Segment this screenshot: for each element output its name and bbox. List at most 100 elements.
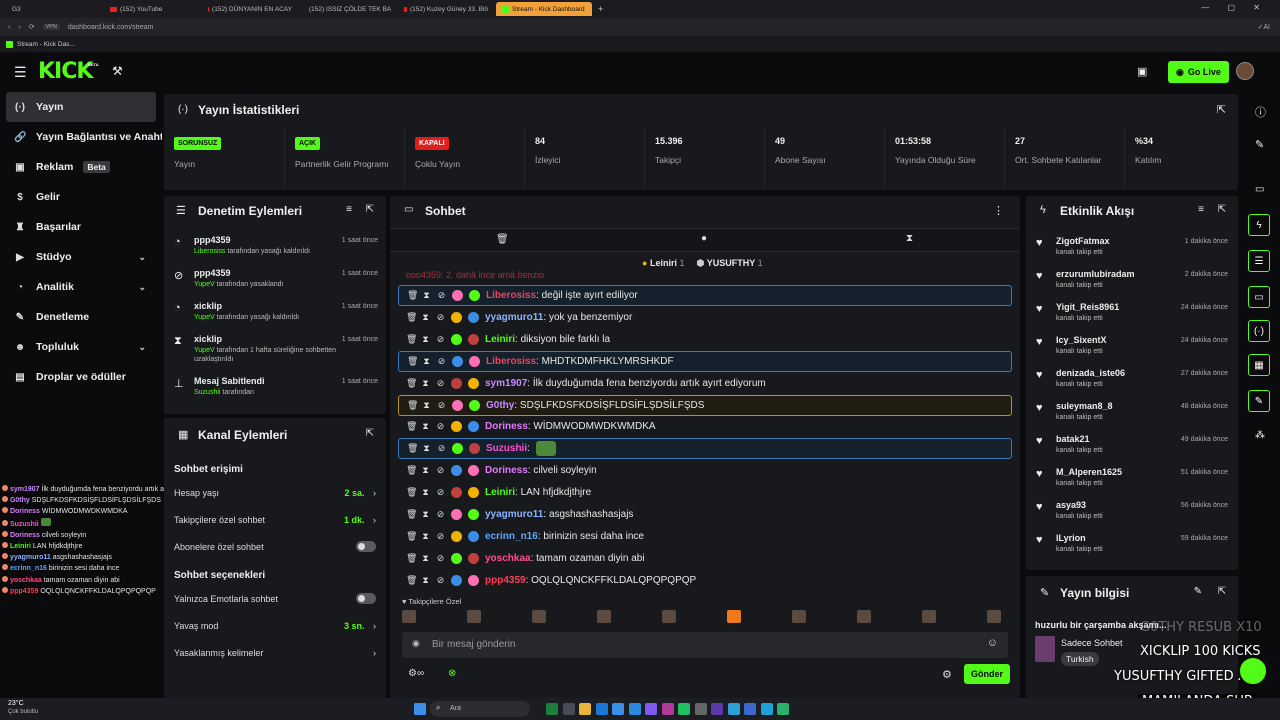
sidebar-item-9[interactable]: ▤ Droplar ve ödüller — [0, 362, 162, 392]
channel-setting-row[interactable]: Yalnızca Emotlarla sohbet — [164, 585, 386, 612]
taskbar-app-icon[interactable] — [760, 703, 773, 715]
chat-username[interactable]: G0thy — [486, 400, 514, 411]
emote-icon[interactable] — [857, 610, 871, 623]
new-tab-button[interactable]: + — [598, 4, 603, 14]
chat-username[interactable]: Liberosiss — [486, 356, 536, 367]
hourglass-icon[interactable]: ⧗ — [421, 334, 430, 345]
emote-icon[interactable] — [987, 610, 1001, 623]
trash-icon[interactable]: 🗑 — [406, 312, 417, 323]
taskbar-app-icon[interactable] — [546, 703, 558, 715]
activity-item[interactable]: ♥ asya93 kanalı takip etti 56 dakika önc… — [1026, 496, 1238, 529]
info-icon[interactable]: ⓘ — [1255, 104, 1266, 120]
ban-icon[interactable]: ⊘ — [437, 443, 446, 454]
sidebar-item-3[interactable]: $ Gelir — [0, 182, 162, 212]
popout-icon[interactable]: ⇱ — [366, 428, 374, 439]
moderation-item[interactable]: ◔ ppp4359 Liberosiss tarafından yasağı k… — [164, 232, 386, 265]
emote-icon[interactable] — [662, 610, 676, 623]
browser-tab[interactable]: G3 — [6, 2, 102, 16]
ban-icon[interactable]: ⊘ — [436, 378, 445, 389]
avatar[interactable] — [1236, 62, 1254, 80]
chevron-down-icon[interactable]: ⌄ — [138, 252, 146, 263]
hammer-icon[interactable]: ⚒ — [112, 64, 123, 78]
browser-tab[interactable]: (152) Kuzey Güney 33. Blö — [398, 2, 494, 16]
chat-username[interactable]: Doriness — [485, 421, 528, 432]
sidebar-item-1[interactable]: 🔗 Yayın Bağlantısı ve Anahtarı — [0, 122, 162, 152]
trash-icon[interactable]: 🗑 — [406, 553, 417, 564]
chat-message[interactable]: 🗑 ⧗ ⊘ Leiniri: diksiyon bile farklı la — [398, 329, 1012, 350]
chevron-right-icon[interactable]: › — [373, 515, 376, 525]
sidebar-item-4[interactable]: ♜ Başarılar — [0, 212, 162, 242]
trash-icon[interactable]: 🗑 — [406, 531, 417, 542]
popout-icon[interactable]: ⇱ — [1218, 586, 1226, 597]
pinned-user-b[interactable]: ⬢ YUSUFTHY 1 — [697, 258, 763, 269]
hourglass-icon[interactable]: ⧗ — [421, 421, 430, 432]
send-button[interactable]: Gönder — [964, 664, 1010, 684]
reload-icon[interactable]: ⟳ — [29, 23, 35, 31]
taskbar-search[interactable]: ⌕ Ara — [430, 701, 530, 717]
ban-icon[interactable]: ⊘ — [436, 553, 445, 564]
chat-message[interactable]: 🗑 ⧗ ⊘ yoschkaa: tamam ozaman diyin abi — [398, 548, 1012, 569]
chat-username[interactable]: yoschkaa — [485, 553, 531, 564]
ban-icon[interactable]: ⊘ — [437, 400, 446, 411]
emote-icon[interactable] — [922, 610, 936, 623]
menu-icon[interactable]: ☰ — [14, 64, 27, 81]
filter-icon[interactable]: ≡ — [346, 204, 352, 215]
chat-username[interactable]: ecrinn_n16 — [485, 531, 538, 542]
camera-icon[interactable]: ▣ — [1137, 65, 1147, 78]
list-button[interactable]: ☰ — [1248, 250, 1270, 272]
hourglass-icon[interactable]: ⧗ — [421, 553, 430, 564]
emote-icon[interactable] — [402, 610, 416, 623]
hourglass-icon[interactable]: ⧗ — [421, 312, 430, 323]
trash-icon[interactable]: 🗑 — [407, 356, 418, 367]
sidebar-item-6[interactable]: ◔ Analitik ⌄ — [0, 272, 162, 302]
browser-tab[interactable]: (152) YouTube — [104, 2, 200, 16]
hourglass-icon[interactable]: ⧗ — [421, 531, 430, 542]
toggle-switch[interactable] — [356, 541, 376, 552]
taskbar-app-icon[interactable] — [727, 703, 740, 715]
ban-icon[interactable]: ⊘ — [436, 312, 445, 323]
activity-item[interactable]: ♥ ZigotFatmax kanalı takip etti 1 dakika… — [1026, 232, 1238, 265]
hourglass-icon[interactable]: ⧗ — [422, 356, 431, 367]
chat-username[interactable]: Doriness — [485, 465, 528, 476]
hourglass-icon[interactable]: ⧗ — [906, 233, 913, 244]
moderation-item[interactable]: ◔ xicklip YupeV tarafından yasağı kaldır… — [164, 298, 386, 331]
emoji-icon[interactable]: ☺ — [987, 637, 998, 649]
chevron-right-icon[interactable]: › — [373, 621, 376, 631]
settings-icon[interactable]: ⚙ — [942, 668, 952, 681]
more-options-icon[interactable]: ⁂ — [1255, 430, 1265, 441]
browser-tab[interactable]: (152) ISSIZ ÇÖLDE TEK BA — [300, 2, 396, 16]
url-field[interactable]: dashboard.kick.com/stream — [68, 24, 154, 31]
ban-icon[interactable]: ⊘ — [436, 575, 445, 586]
taskbar-app-icon[interactable] — [628, 703, 641, 715]
sidebar-item-7[interactable]: ✎ Denetleme — [0, 302, 162, 332]
trash-icon[interactable]: 🗑 — [407, 443, 418, 454]
pinned-user-a[interactable]: ● Leiniri 1 — [642, 258, 685, 269]
trash-icon[interactable]: 🗑 — [406, 421, 417, 432]
hourglass-icon[interactable]: ⧗ — [422, 290, 431, 301]
chat-message[interactable]: 🗑 ⧗ ⊘ Leiniri: LAN hfjdkdjthjre — [398, 482, 1012, 503]
sidebar-item-0[interactable]: (·) Yayın — [6, 92, 156, 122]
taskbar-app-icon[interactable] — [777, 703, 789, 715]
chat-message[interactable]: 🗑 ⧗ ⊘ yyagmuro11: yok ya benzemiyor — [398, 307, 1012, 328]
taskbar-app-icon[interactable] — [744, 703, 756, 715]
loop-icon[interactable]: ⚙∞ — [408, 668, 424, 679]
bookmark-item[interactable]: Stream - Kick Das... — [17, 41, 75, 48]
broadcast-button[interactable]: (·) — [1248, 320, 1270, 342]
chat-message[interactable]: 🗑 ⧗ ⊘ sym1907: İlk duyduğumda fena benzi… — [398, 373, 1012, 394]
ban-icon[interactable]: ⊘ — [436, 531, 445, 542]
trash-icon[interactable]: 🗑 — [406, 334, 417, 345]
emote-icon[interactable] — [727, 610, 741, 623]
shield-button[interactable]: ▦ — [1248, 354, 1270, 376]
trash-icon[interactable]: 🗑 — [406, 465, 417, 476]
chat-username[interactable]: Liberosiss — [486, 290, 536, 301]
trash-icon[interactable]: 🗑 — [406, 487, 417, 498]
taskbar-app-icon[interactable] — [645, 703, 657, 715]
taskbar-app-icon[interactable] — [694, 703, 707, 715]
chat-message[interactable]: 🗑 ⧗ ⊘ G0thy: SDŞLFKDSFKDSİŞFLDSİFLŞDSİLF… — [398, 394, 1012, 416]
chat-message[interactable]: 🗑 ⧗ ⊘ Liberosiss: MHDTKDMFHKLYMRSHKDF — [398, 350, 1012, 372]
stats-icon[interactable]: ▭ — [1255, 184, 1264, 195]
trash-icon[interactable]: 🗑 — [406, 509, 417, 520]
forward-icon[interactable]: › — [18, 24, 20, 31]
ban-icon[interactable]: ⊘ — [437, 290, 446, 301]
ban-icon[interactable]: ⊘ — [436, 421, 445, 432]
